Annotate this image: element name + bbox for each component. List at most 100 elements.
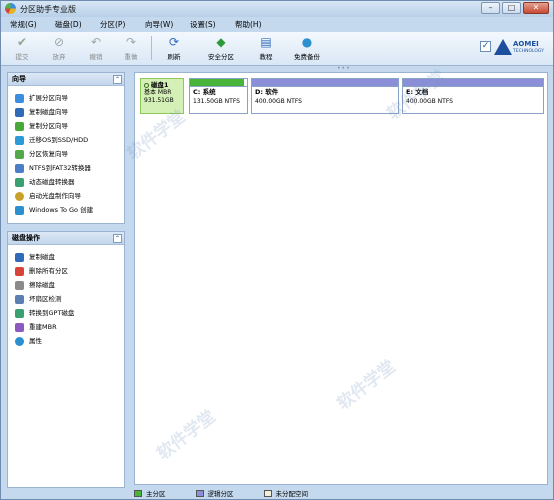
disk-map-area: 磁盘1 基本 MBR 931.51GB C: 系统 131.50GB NTFS … [134,72,548,485]
menu-help[interactable]: 帮助(H) [235,18,280,31]
usage-bar [403,79,543,87]
safe-partition-button[interactable]: ◆ 安全分区 [201,35,241,61]
usage-fill [190,79,245,86]
app-window: 分区助手专业版 – □ ✕ 常规(G) 磁盘(D) 分区(P) 向导(W) 设置… [0,0,554,500]
op-item-label: 删除所有分区 [29,267,68,275]
menu-general[interactable]: 常规(G) [10,18,55,31]
legend-logical: 逻辑分区 [195,488,234,498]
partition-name: E: 文档 [406,88,429,96]
copy-partition-icon [15,121,24,131]
wizard-item-label: 分区恢复向导 [29,150,68,158]
wizard-extend-partition[interactable]: 扩展分区向导 [8,91,124,105]
title-bar: 分区助手专业版 – □ ✕ [1,1,553,17]
logo-triangle-icon [494,39,512,55]
wizard-dynamic-disk[interactable]: 动态磁盘转换器 [8,175,124,189]
splitter-grip[interactable]: ••• [337,66,351,72]
menu-settings[interactable]: 设置(S) [190,18,235,31]
safe-partition-label: 安全分区 [208,53,234,61]
disc-icon [15,191,24,201]
op-item-label: 坏扇区检测 [29,295,62,303]
usage-bar [252,79,398,87]
migrate-icon [15,135,24,145]
menu-disk[interactable]: 磁盘(D) [55,18,100,31]
wizard-item-label: 迁移OS到SSD/HDD [29,136,89,144]
disk-row[interactable]: 磁盘1 基本 MBR 931.51GB C: 系统 131.50GB NTFS … [140,78,544,114]
aomei-logo: AOMEI TECHNOLOGY [494,37,550,59]
wizard-copy-partition[interactable]: 复制分区向导 [8,119,124,133]
delete-icon [15,266,24,276]
op-delete-all-partitions[interactable]: 删除所有分区 [8,264,124,278]
op-properties[interactable]: 属性 [8,334,124,348]
convert-icon [15,308,24,318]
legend-primary-label: 主分区 [146,490,166,498]
op-rebuild-mbr[interactable]: 重建MBR [8,320,124,334]
wizard-ntfs-fat32[interactable]: NTFS到FAT32转换器 [8,161,124,175]
close-button[interactable]: ✕ [523,2,549,14]
legend-bar: 主分区 逻辑分区 未分配空间 [134,487,548,499]
refresh-button[interactable]: ⟳ 刷新 [157,35,191,61]
discard-button[interactable]: ⊘ 放弃 [42,35,76,61]
tutorial-button[interactable]: ▤ 教程 [249,35,283,61]
op-copy-disk[interactable]: 复制磁盘 [8,250,124,264]
partition-c[interactable]: C: 系统 131.50GB NTFS [189,78,248,114]
op-bad-sector-check[interactable]: 坏扇区检测 [8,292,124,306]
disk-operations-title: 磁盘操作 [12,234,40,242]
extend-icon [15,93,24,103]
toolbar-separator [151,36,152,60]
menu-partition[interactable]: 分区(P) [100,18,145,31]
undo-label: 撤销 [89,53,103,61]
check-icon [15,294,24,304]
undo-button[interactable]: ↶ 撤销 [79,35,113,61]
op-wipe-disk[interactable]: 擦除磁盘 [8,278,124,292]
redo-icon: ↷ [125,35,137,49]
wizard-migrate-os[interactable]: 迁移OS到SSD/HDD [8,133,124,147]
partition-e[interactable]: E: 文档 400.00GB NTFS [402,78,544,114]
submit-button[interactable]: ✔ 提交 [5,35,39,61]
op-convert-gpt[interactable]: 转换到GPT磁盘 [8,306,124,320]
wizard-copy-disk[interactable]: 复制磁盘向导 [8,105,124,119]
menu-wizard[interactable]: 向导(W) [145,18,190,31]
refresh-icon: ⟳ [168,35,180,49]
disk-type: 基本 MBR [144,89,172,96]
tutorial-label: 教程 [259,53,273,61]
wizard-partition-recovery[interactable]: 分区恢复向导 [8,147,124,161]
free-backup-button[interactable]: ● 免费备份 [287,35,327,61]
wizard-panel-header: 向导 ⌃ [8,73,124,86]
discard-icon: ⊘ [53,35,65,49]
usage-fill [252,79,398,86]
legend-unallocated-label: 未分配空间 [275,490,309,498]
wizard-item-label: Windows To Go 创建 [29,206,94,214]
discard-label: 放弃 [52,53,66,61]
collapse-icon[interactable]: ⌃ [113,75,122,84]
maximize-button[interactable]: □ [502,2,521,14]
disk-name: 磁盘1 [151,81,169,89]
op-item-label: 转换到GPT磁盘 [29,309,75,317]
partition-name: C: 系统 [193,88,216,96]
sidebar: 向导 ⌃ 扩展分区向导 复制磁盘向导 复制分区向导 迁移OS到SSD/HDD 分… [7,72,125,488]
usage-fill [403,79,543,86]
submit-label: 提交 [15,53,29,61]
redo-button[interactable]: ↷ 重做 [114,35,148,61]
legend-primary: 主分区 [134,488,166,498]
disk-icon [144,82,149,88]
partition-d[interactable]: D: 软件 400.00GB NTFS [251,78,399,114]
refresh-label: 刷新 [167,53,181,61]
legend-unallocated: 未分配空间 [263,488,309,498]
undo-icon: ↶ [90,35,102,49]
minimize-button[interactable]: – [481,2,500,14]
op-item-label: 擦除磁盘 [29,281,55,289]
free-backup-label: 免费备份 [294,53,320,61]
collapse-icon[interactable]: ⌃ [113,234,122,243]
disk-operations-panel: 磁盘操作 ⌃ 复制磁盘 删除所有分区 擦除磁盘 坏扇区检测 转换到GPT磁盘 重… [7,231,125,488]
partition-capacity: 400.00GB NTFS [255,98,302,105]
wizard-item-label: NTFS到FAT32转换器 [29,164,91,172]
checkmark-icon: ✔ [16,35,28,49]
options-checkbox[interactable]: ✓ [480,41,491,52]
disk-info[interactable]: 磁盘1 基本 MBR 931.51GB [140,78,184,114]
wizard-windows-to-go[interactable]: Windows To Go 创建 [8,203,124,217]
wipe-icon [15,280,24,290]
wizard-item-label: 复制磁盘向导 [29,108,68,116]
wizard-bootable-media[interactable]: 启动光盘制作向导 [8,189,124,203]
toolbar: ✔ 提交 ⊘ 放弃 ↶ 撤销 ↷ 重做 ⟳ 刷新 ◆ 安全分区 ▤ 教程 ● 免… [1,32,553,66]
op-item-label: 重建MBR [29,323,57,331]
